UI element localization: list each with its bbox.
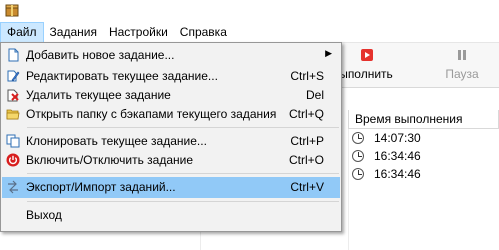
menu-separator [27, 201, 339, 202]
delete-icon [7, 89, 19, 102]
row-time: 16:34:46 [374, 167, 421, 181]
clock-icon [352, 168, 364, 180]
new-task-icon [8, 48, 19, 62]
menu-item-open-backups[interactable]: Открыть папку с бэкапами текущего задани… [2, 104, 340, 125]
column-header-time[interactable]: Время выполнения [348, 110, 499, 129]
menu-item-exit[interactable]: Выход [2, 205, 340, 226]
menu-item-label: Редактировать текущее задание... [26, 69, 218, 83]
shortcut-label: Ctrl+Q [288, 107, 324, 121]
power-icon [6, 153, 20, 167]
menu-item-export-import[interactable]: Экспорт/Импорт заданий... Ctrl+V [2, 177, 340, 198]
menu-item-label: Клонировать текущее задание... [26, 134, 207, 148]
export-import-icon [8, 180, 18, 194]
edit-icon [7, 70, 20, 82]
table-row[interactable]: 14:07:30 [348, 130, 499, 147]
run-label: ыполнить [339, 67, 393, 81]
clock-icon [352, 132, 364, 144]
table-row[interactable]: 16:34:46 [348, 166, 499, 183]
pause-label: Пауза [445, 67, 479, 81]
pause-icon [458, 50, 466, 60]
shortcut-label: Ctrl+P [290, 134, 324, 148]
run-button[interactable]: ыполнить [336, 45, 396, 85]
menu-item-add-task[interactable]: Добавить новое задание... ▶ [2, 45, 340, 66]
pause-button[interactable]: Пауза [434, 45, 490, 85]
file-menu-dropdown: Добавить новое задание... ▶ Редактироват… [0, 42, 342, 232]
row-time: 14:07:30 [374, 131, 421, 145]
folder-icon [6, 109, 20, 120]
shortcut-label: Ctrl+S [290, 69, 324, 83]
menu-item-label: Включить/Отключить задание [26, 153, 194, 167]
clone-icon [6, 134, 20, 148]
menu-item-toggle-task[interactable]: Включить/Отключить задание Ctrl+O [2, 150, 340, 171]
shortcut-label: Ctrl+O [288, 153, 324, 167]
row-time: 16:34:46 [374, 149, 421, 163]
menu-item-label: Открыть папку с бэкапами текущего задани… [26, 107, 277, 121]
menu-bar: Файл Задания Настройки Справка [0, 21, 499, 43]
menu-item-label: Удалить текущее задание [26, 88, 171, 102]
menu-item-edit-task[interactable]: Редактировать текущее задание... Ctrl+S [2, 66, 340, 87]
shortcut-label: Ctrl+V [290, 180, 324, 194]
menu-separator [27, 173, 339, 174]
title-bar [0, 0, 499, 22]
shortcut-label: Del [305, 88, 324, 102]
menu-help[interactable]: Справка [174, 22, 233, 43]
play-icon [361, 49, 373, 61]
menu-file[interactable]: Файл [0, 21, 44, 43]
app-logo-icon [5, 4, 19, 17]
table-row[interactable]: 16:34:46 [348, 148, 499, 165]
menu-tasks[interactable]: Задания [44, 22, 103, 43]
menu-item-label: Экспорт/Импорт заданий... [26, 180, 176, 194]
menu-item-label: Выход [26, 208, 62, 222]
clock-icon [352, 150, 364, 162]
submenu-arrow-icon: ▶ [325, 48, 332, 58]
menu-item-label: Добавить новое задание... [26, 48, 175, 62]
menu-item-clone-task[interactable]: Клонировать текущее задание... Ctrl+P [2, 131, 340, 152]
menu-separator [27, 127, 339, 128]
menu-item-delete-task[interactable]: Удалить текущее задание Del [2, 85, 340, 106]
menu-settings[interactable]: Настройки [103, 22, 174, 43]
